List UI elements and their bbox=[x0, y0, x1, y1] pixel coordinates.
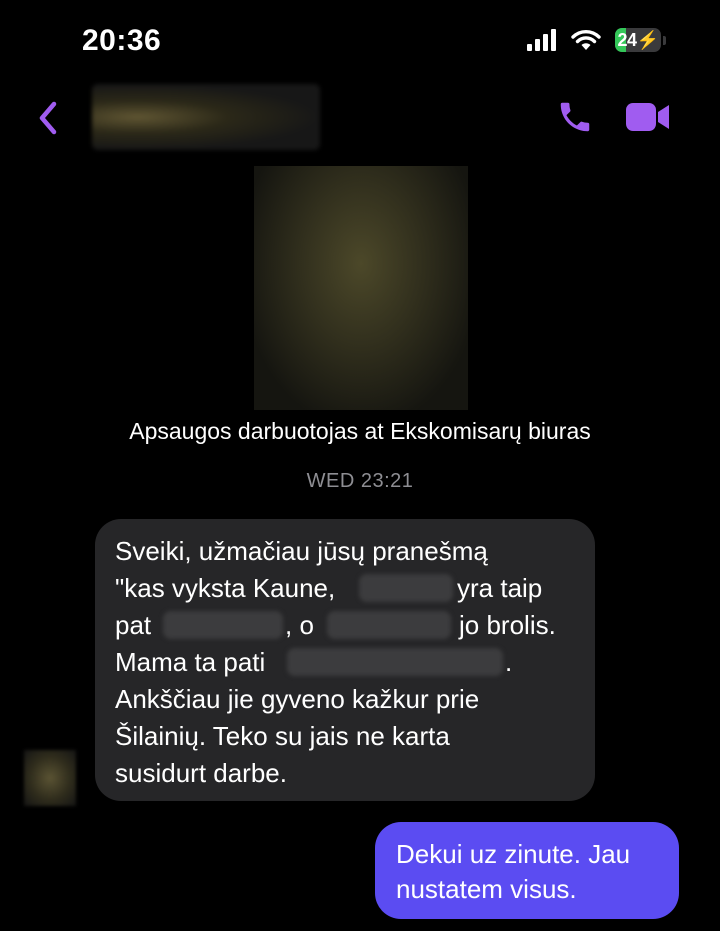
contact-name-redacted[interactable] bbox=[92, 84, 320, 150]
phone-icon[interactable] bbox=[556, 98, 594, 136]
message-timestamp: WED 23:21 bbox=[306, 470, 414, 492]
battery-icon: 24⚡ bbox=[615, 28, 661, 52]
outgoing-message-bubble[interactable]: Dekui uz zinute. Jau nustatem visus. bbox=[375, 822, 679, 919]
redacted-text bbox=[163, 611, 283, 639]
chevron-left-icon[interactable] bbox=[34, 98, 64, 138]
battery-cap bbox=[663, 35, 666, 45]
message-text: nustatem visus. bbox=[396, 874, 577, 904]
profile-photo-redacted[interactable] bbox=[254, 166, 468, 410]
message-text: pat bbox=[115, 610, 152, 640]
wifi-icon bbox=[571, 30, 601, 50]
chat-header bbox=[0, 80, 720, 156]
battery-level: 24⚡ bbox=[617, 29, 659, 50]
message-text: Ankščiau jie gyveno kažkur prie bbox=[115, 684, 480, 714]
incoming-message-bubble[interactable]: Sveiki, užmačiau jūsų pranešmą "kas vyks… bbox=[95, 519, 595, 801]
message-text: Šilainių. Teko su jais ne karta bbox=[115, 721, 450, 751]
message-text: Mama ta pati bbox=[115, 647, 266, 677]
status-time: 20:36 bbox=[82, 24, 162, 57]
message-text: susidurt darbe. bbox=[115, 758, 287, 788]
sender-avatar-redacted[interactable] bbox=[24, 750, 76, 806]
message-text: "kas vyksta Kaune, bbox=[115, 573, 336, 603]
profile-caption: Apsaugos darbuotojas at Ekskomisarų biur… bbox=[129, 418, 591, 444]
status-bar: 20:36 24⚡ bbox=[0, 0, 720, 90]
redacted-text bbox=[359, 574, 453, 602]
redacted-text bbox=[287, 648, 503, 676]
message-text: jo brolis. bbox=[459, 610, 556, 640]
message-text: . bbox=[505, 647, 513, 677]
message-text: Dekui uz zinute. Jau bbox=[396, 839, 631, 869]
message-text: , o bbox=[285, 610, 314, 640]
redacted-text bbox=[327, 611, 451, 639]
message-text: yra taip bbox=[457, 573, 543, 603]
status-icons: 24⚡ bbox=[527, 28, 666, 52]
message-text: Sveiki, užmačiau jūsų pranešmą bbox=[115, 536, 488, 566]
cellular-signal-icon bbox=[527, 29, 556, 51]
video-camera-icon[interactable] bbox=[624, 100, 672, 134]
